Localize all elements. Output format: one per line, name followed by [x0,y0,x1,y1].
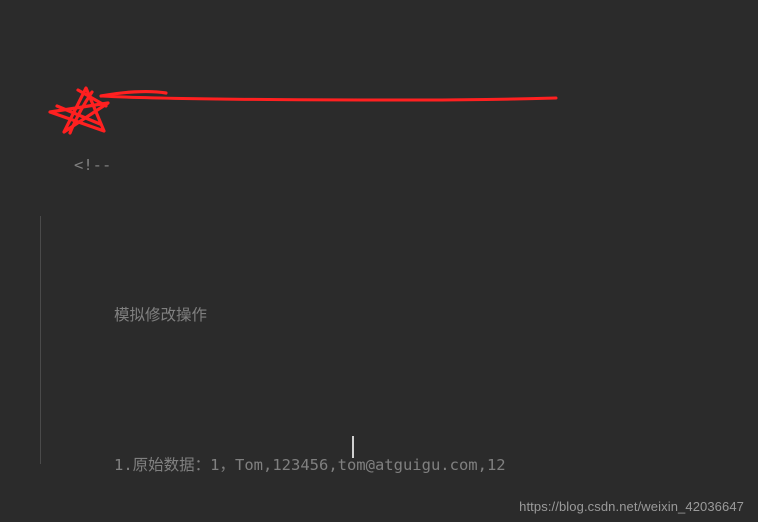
code-editor-screenshot: <!-- 模拟修改操作 1.原始数据：1，Tom,123456,tom@atgu… [0,0,758,522]
text-caret [352,436,354,458]
csdn-watermark: https://blog.csdn.net/weixin_42036647 [519,499,744,514]
code-line-comment-1[interactable]: 模拟修改操作 [0,270,758,324]
indent-guide-line [40,216,41,464]
comment-text-title: 模拟修改操作 [114,306,208,324]
comment-text-original-data: 1.原始数据：1，Tom,123456,tom@atguigu.com,12 [114,456,506,474]
code-line-comment-open[interactable]: <!-- [0,120,758,174]
comment-open-token: <!-- [74,156,112,174]
code-editor-text[interactable]: <!-- 模拟修改操作 1.原始数据：1，Tom,123456,tom@atgu… [0,0,758,522]
code-line-comment-2[interactable]: 1.原始数据：1，Tom,123456,tom@atguigu.com,12 [0,420,758,474]
